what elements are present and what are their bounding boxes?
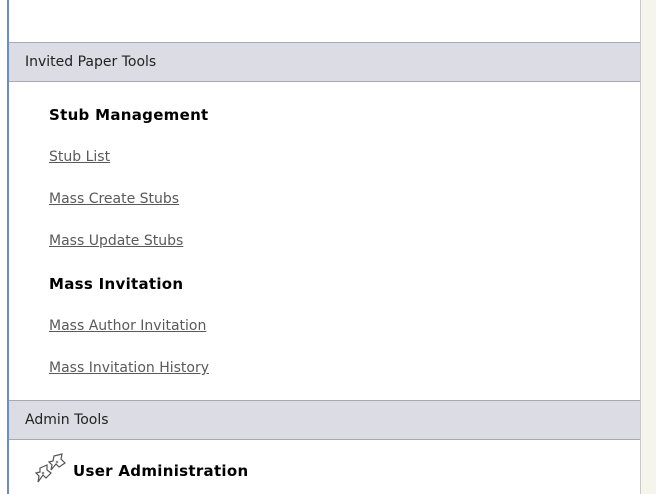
invited-paper-tools-header: Invited Paper Tools — [9, 42, 640, 82]
tools-panel: Invited Paper Tools Stub Management Stub… — [9, 0, 641, 494]
user-administration-item[interactable]: User Administration — [34, 452, 249, 490]
pushpin-users-icon — [34, 452, 71, 490]
right-strip — [641, 0, 656, 494]
stub-management-title: Stub Management — [49, 106, 209, 124]
user-administration-label: User Administration — [73, 462, 249, 480]
mass-create-stubs-link[interactable]: Mass Create Stubs — [49, 191, 179, 207]
admin-tools-header: Admin Tools — [9, 400, 640, 440]
mass-invitation-title: Mass Invitation — [49, 275, 184, 293]
mass-invitation-history-link[interactable]: Mass Invitation History — [49, 360, 209, 376]
mass-update-stubs-link[interactable]: Mass Update Stubs — [49, 233, 183, 249]
mass-author-invitation-link[interactable]: Mass Author Invitation — [49, 318, 206, 334]
stub-list-link[interactable]: Stub List — [49, 149, 110, 165]
